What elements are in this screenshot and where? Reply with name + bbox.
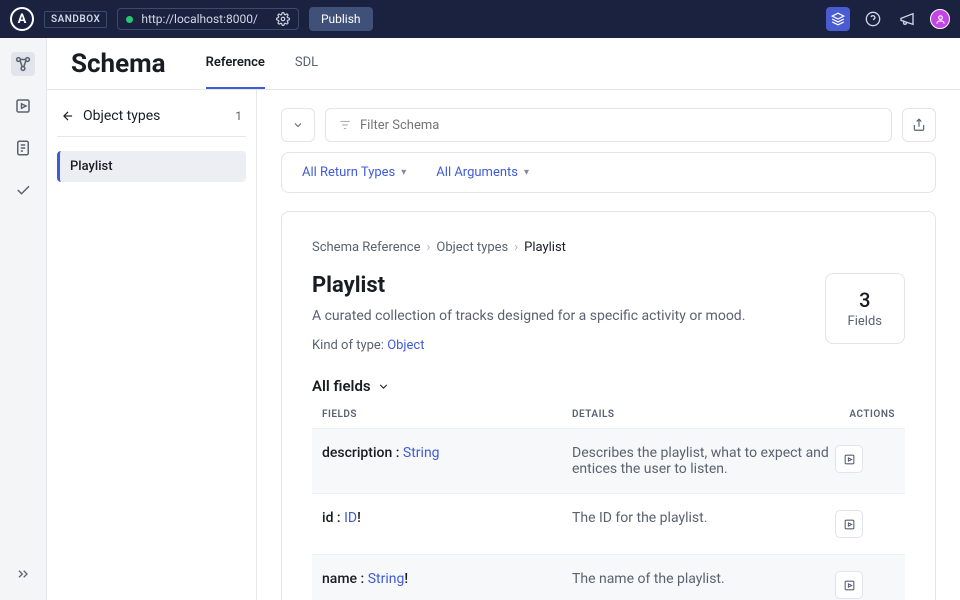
logo-letter: A [18,12,27,27]
chevron-down-icon: ▾ [524,167,529,178]
field-count-box: 3 Fields [825,273,905,344]
detail-pane: All Return Types▾ All Arguments▾ Schema R… [257,90,960,600]
explorer-nav-icon[interactable] [11,94,35,118]
field-count: 3 [848,288,882,312]
megaphone-icon[interactable] [896,8,918,30]
field-row-id: id : ID!The ID for the playlist. [312,493,905,554]
type-description: A curated collection of tracks designed … [312,308,745,324]
type-kind: Kind of type: Object [312,338,745,353]
arrow-left-icon [61,109,75,123]
tab-reference[interactable]: Reference [206,38,265,89]
status-dot-icon [126,16,133,23]
field-detail: The name of the playlist. [572,571,835,587]
fields-table-header: FIELDS DETAILS ACTIONS [312,409,905,428]
app-logo[interactable]: A [10,7,34,31]
filter-icon [338,118,352,132]
field-detail: Describes the playlist, what to expect a… [572,445,835,477]
user-avatar[interactable] [930,9,950,29]
sidebar-count: 1 [235,109,242,123]
run-field-button[interactable] [835,571,863,599]
filter-all-arguments[interactable]: All Arguments▾ [436,165,529,180]
field-name: id : [322,510,344,526]
cube-icon[interactable] [826,7,850,31]
chevron-down-icon: ▾ [401,167,406,178]
filter-schema-wrap[interactable] [325,108,892,142]
type-panel: Schema Reference›Object types›Playlist P… [281,211,936,600]
types-sidebar: Object types 1 Playlist [47,90,257,600]
field-name: description : [322,445,403,461]
sidebar-item-playlist[interactable]: Playlist [57,151,246,182]
sidebar-back-label: Object types [83,108,160,124]
field-name: name : [322,571,368,587]
field-type-link[interactable]: String [368,571,405,587]
all-fields-toggle[interactable]: All fields [312,377,905,395]
tab-sdl[interactable]: SDL [295,38,318,89]
page-header: Schema Reference SDL [47,38,960,90]
page-title: Schema [71,49,166,79]
type-name: Playlist [312,273,745,298]
field-type-link[interactable]: String [403,445,440,461]
field-type-link[interactable]: ID [344,510,357,526]
breadcrumb-object-types[interactable]: Object types [436,240,508,255]
field-row-description: description : String Describes the playli… [312,428,905,493]
filter-all-return-types[interactable]: All Return Types▾ [302,165,406,180]
breadcrumb: Schema Reference›Object types›Playlist [312,240,905,255]
run-field-button[interactable] [835,510,863,538]
collapse-panel-button[interactable] [281,108,315,142]
help-icon[interactable] [862,8,884,30]
field-detail: The ID for the playlist. [572,510,835,526]
endpoint-url-box[interactable]: http://localhost:8000/ [117,8,299,30]
sidebar-back[interactable]: Object types 1 [57,108,246,137]
sandbox-badge: SANDBOX [44,11,107,28]
chevron-down-icon [377,380,390,393]
gear-icon[interactable] [276,12,290,26]
filter-schema-input[interactable] [360,118,879,133]
field-row-name: name : String!The name of the playlist. [312,554,905,600]
share-button[interactable] [902,108,936,142]
endpoint-url: http://localhost:8000/ [141,12,258,26]
top-bar: A SANDBOX http://localhost:8000/ Publish [0,0,960,38]
breadcrumb-playlist: Playlist [524,240,566,255]
collapse-rail-icon[interactable] [11,562,35,586]
checks-nav-icon[interactable] [11,178,35,202]
filter-dropdowns: All Return Types▾ All Arguments▾ [281,152,936,193]
publish-button[interactable]: Publish [309,7,373,31]
run-field-button[interactable] [835,445,863,473]
field-count-label: Fields [848,314,882,329]
document-nav-icon[interactable] [11,136,35,160]
type-kind-link[interactable]: Object [387,338,424,353]
breadcrumb-schema-reference[interactable]: Schema Reference [312,240,421,255]
left-rail [0,38,47,600]
schema-nav-icon[interactable] [11,52,35,76]
